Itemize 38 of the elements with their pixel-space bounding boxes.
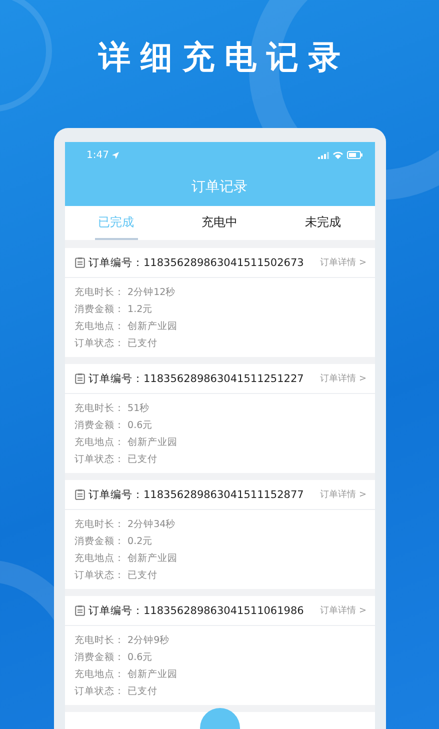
order-number: 订单编号：118356289863041511061986 [88,604,305,618]
tab[interactable]: 已完成 [94,206,138,240]
order-field: 订单状态： 已支付 [74,567,364,584]
clipboard-icon [74,257,84,268]
tab[interactable]: 充电中 [198,206,242,240]
order-field: 订单状态： 已支付 [74,451,364,468]
signal-icon [318,152,328,158]
status-time: 1:47 [86,150,109,160]
order-field: 订单状态： 已支付 [74,335,364,352]
order-field: 消费金额： 0.6元 [74,417,364,434]
tab[interactable]: 未完成 [301,206,344,240]
wifi-icon [332,151,342,159]
order-field: 充电时长： 51秒 [74,400,364,417]
order-field: 充电时长： 2分钟34秒 [74,516,364,533]
order-detail-link[interactable]: 订单详情 > [320,488,366,501]
order-field: 消费金额： 0.6元 [74,649,364,666]
order-field: 充电地点： 创新产业园 [74,318,364,335]
clipboard-icon [74,373,84,384]
headline: 详细充电记录 [97,37,350,78]
clipboard-icon [74,605,84,616]
order-detail-link[interactable]: 订单详情 > [320,604,366,617]
order-detail-link[interactable]: 订单详情 > [320,256,366,269]
battery-icon [346,151,362,159]
order-field: 消费金额： 0.2元 [74,533,364,550]
clipboard-icon [74,489,84,500]
order-field: 充电地点： 创新产业园 [74,666,364,683]
order-field: 订单状态： 已支付 [74,683,364,700]
location-arrow-icon [112,152,119,158]
order-number: 订单编号：118356289863041511502673 [88,256,305,270]
order-field: 充电时长： 2分钟12秒 [74,284,364,301]
order-field: 消费金额： 1.2元 [74,301,364,318]
order-number: 订单编号：118356289863041511152877 [88,488,305,502]
order-detail-link[interactable]: 订单详情 > [320,372,366,385]
order-field: 充电地点： 创新产业园 [74,550,364,567]
order-number: 订单编号：118356289863041511251227 [88,372,305,386]
nav-title: 订单记录 [190,178,248,197]
order-field: 充电地点： 创新产业园 [74,434,364,451]
order-field: 充电时长： 2分钟9秒 [74,632,364,649]
